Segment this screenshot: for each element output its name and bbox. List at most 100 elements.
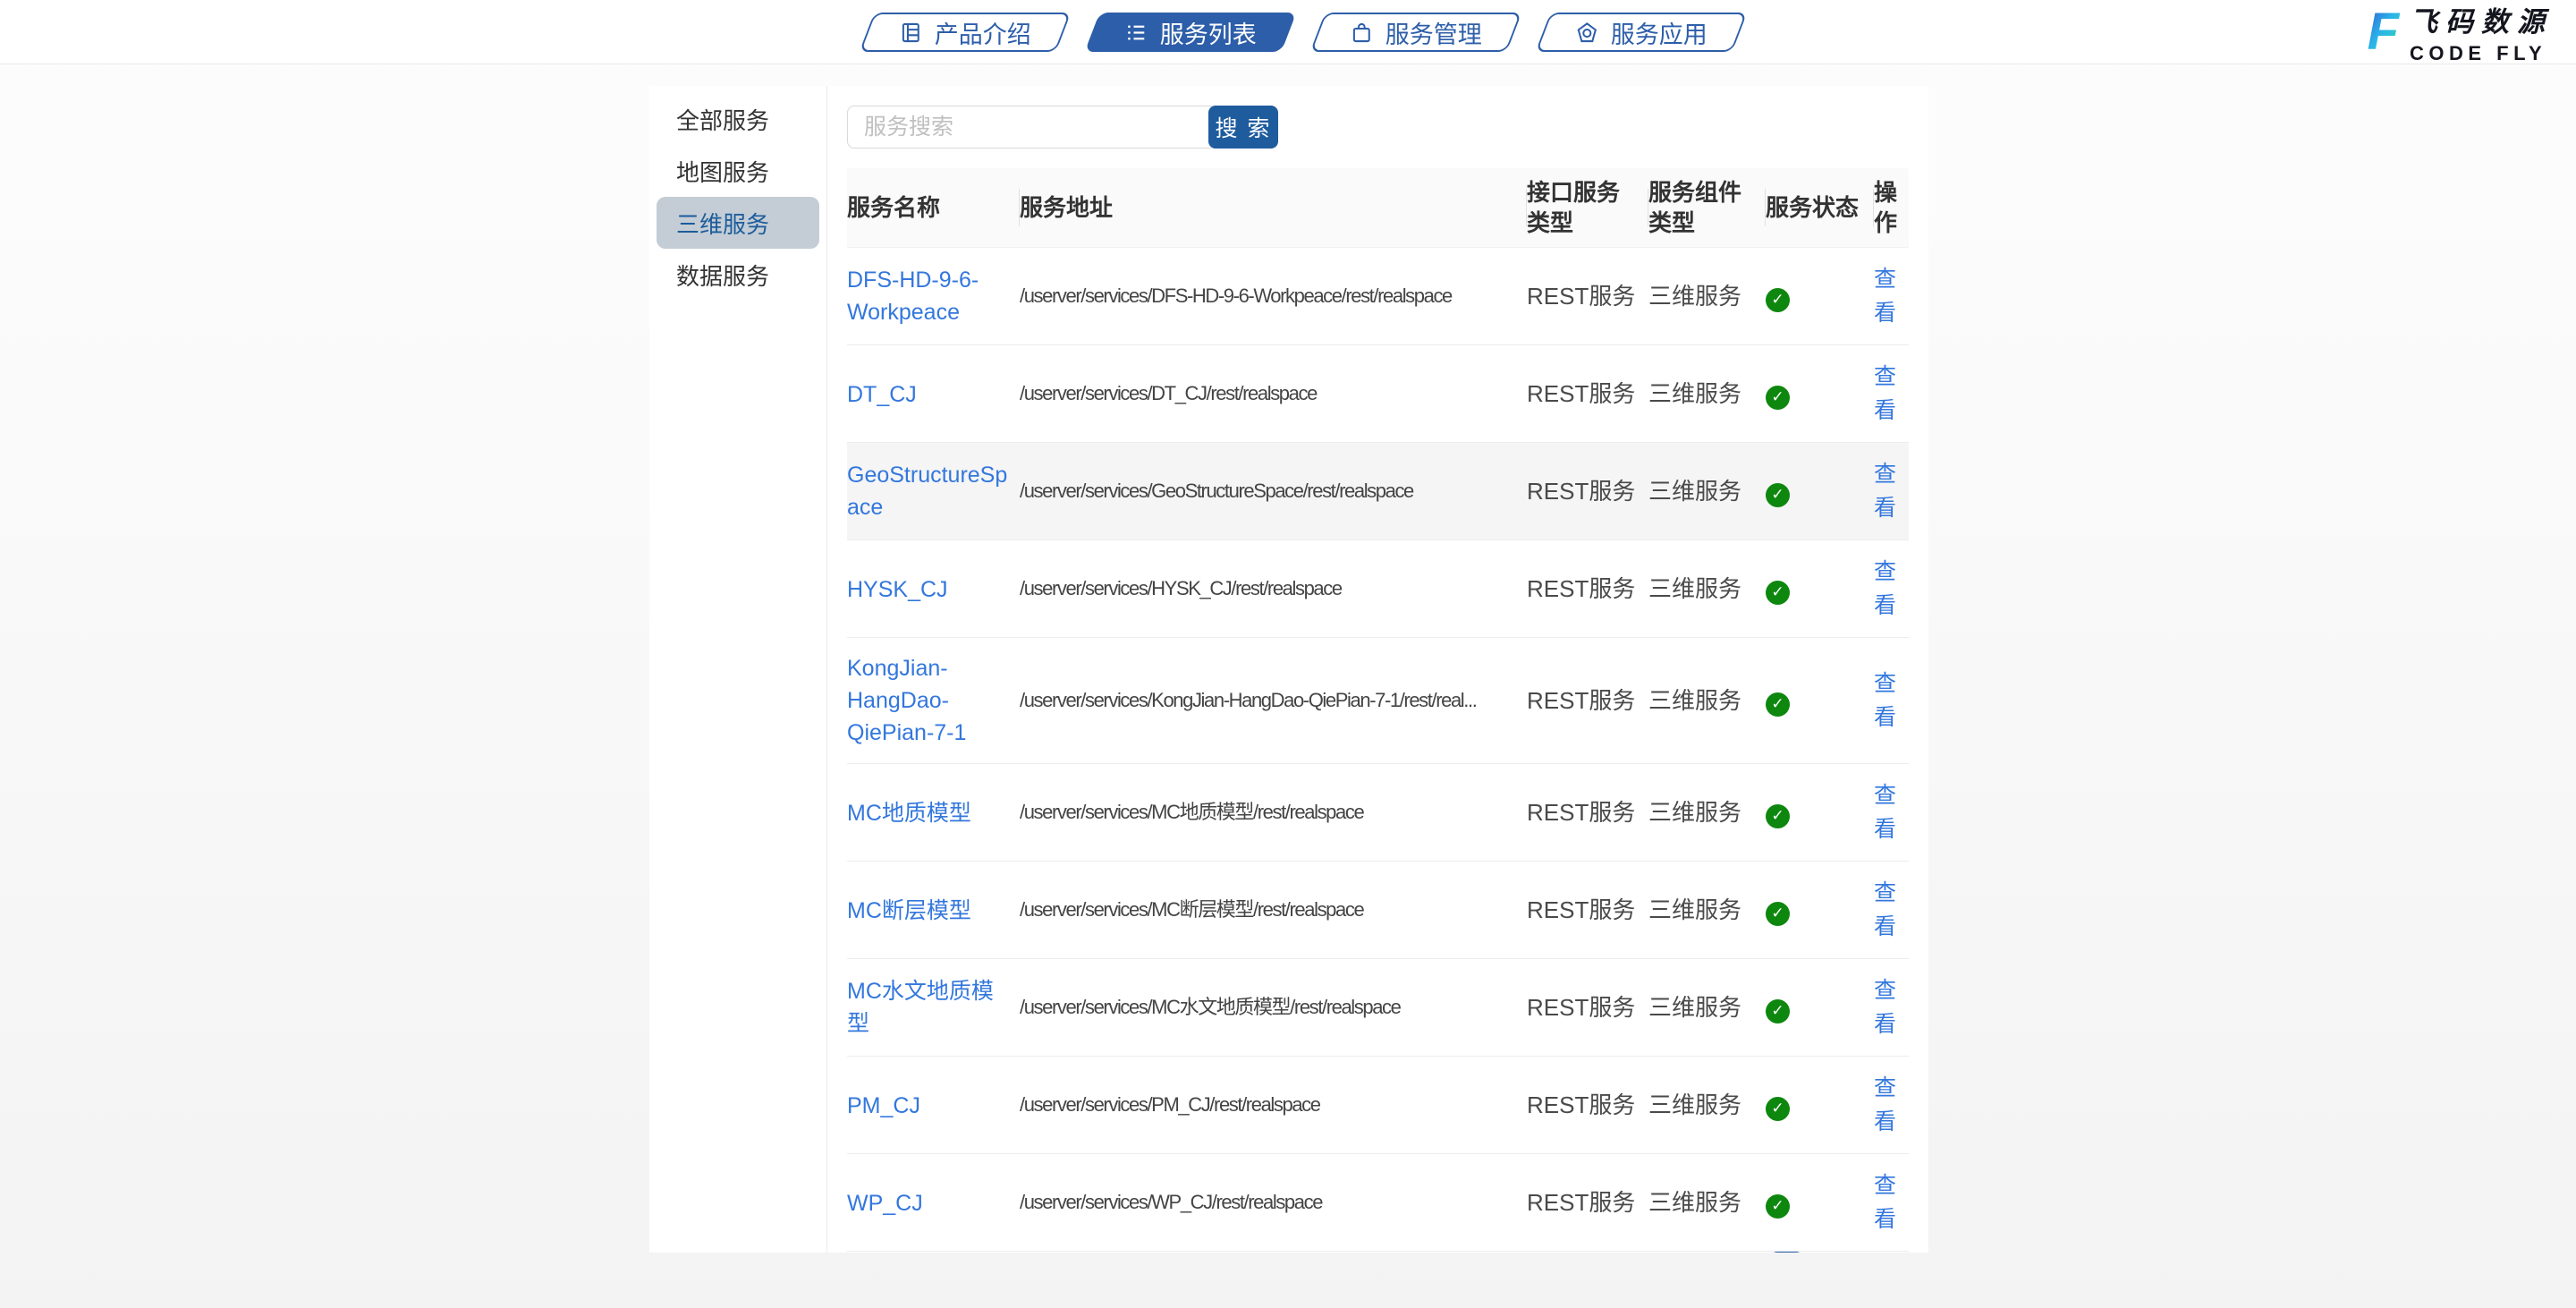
component-type: 三维服务 xyxy=(1648,994,1741,1021)
sidebar-item-3d-services[interactable]: 三维服务 xyxy=(657,197,819,249)
interface-type: REST服务 xyxy=(1527,1091,1635,1118)
service-name-link[interactable]: PM_CJ xyxy=(847,1090,920,1122)
content-panel: 全部服务 地图服务 三维服务 数据服务 搜 索 服务名称 服务地址 接口服务类型… xyxy=(649,86,1928,1253)
col-header-service-name: 服务名称 xyxy=(847,168,1020,248)
interface-type: REST服务 xyxy=(1527,478,1635,505)
component-type: 三维服务 xyxy=(1648,575,1741,602)
status-success-icon: ✓ xyxy=(1766,581,1790,605)
service-address: /userver/services/MC地质模型/rest/realspace xyxy=(1020,796,1518,828)
tab-label: 服务应用 xyxy=(1611,14,1707,49)
component-type: 三维服务 xyxy=(1648,799,1741,826)
interface-type: REST服务 xyxy=(1527,896,1635,923)
service-name-link[interactable]: DFS-HD-9-6-Workpeace xyxy=(847,264,1011,328)
service-manage-icon xyxy=(1350,20,1374,44)
service-address: /userver/services/MC水文地质模型/rest/realspac… xyxy=(1020,991,1518,1023)
service-address: /userver/services/KongJian-HangDao-QiePi… xyxy=(1020,684,1518,717)
service-address: /userver/services/WP_CJ/rest/realspace xyxy=(1020,1186,1518,1219)
status-success-icon: ✓ xyxy=(1766,288,1790,312)
status-success-icon: ✓ xyxy=(1766,483,1790,507)
table-row: DFS-HD-9-6-Workpeace /userver/services/D… xyxy=(847,248,1909,345)
service-name-link[interactable]: DT_CJ xyxy=(847,378,917,411)
logo-name-cn: 飞码数源 xyxy=(2410,0,2553,39)
interface-type: REST服务 xyxy=(1527,1189,1635,1216)
sidebar-item-map-services[interactable]: 地图服务 xyxy=(657,145,819,197)
component-type: 三维服务 xyxy=(1648,478,1741,505)
service-name-link[interactable]: MC断层模型 xyxy=(847,895,971,927)
service-category-sidebar: 全部服务 地图服务 三维服务 数据服务 xyxy=(649,86,827,1253)
service-address: /userver/services/MC断层模型/rest/realspace xyxy=(1020,894,1518,926)
interface-type: REST服务 xyxy=(1527,994,1635,1021)
service-address: /userver/services/DFS-HD-9-6-Workpeace/r… xyxy=(1020,280,1518,312)
status-success-icon: ✓ xyxy=(1766,1194,1790,1219)
service-address: /userver/services/DT_CJ/rest/realspace xyxy=(1020,378,1518,410)
view-link[interactable]: 查看 xyxy=(1874,667,1899,735)
status-success-icon: ✓ xyxy=(1766,804,1790,828)
service-app-icon xyxy=(1575,20,1599,44)
view-link[interactable]: 查看 xyxy=(1874,876,1899,944)
nav-tabs: 产品介绍 服务列表 xyxy=(867,13,1740,52)
view-link[interactable]: 查看 xyxy=(1874,778,1899,846)
brand-logo: F 飞码数源 CODE FLY xyxy=(2368,0,2553,65)
search-input[interactable] xyxy=(847,106,1217,149)
service-address: /userver/services/GeoStructureSpace/rest… xyxy=(1020,475,1518,507)
service-address: /userver/services/HYSK_CJ/rest/realspace xyxy=(1020,573,1518,605)
component-type: 三维服务 xyxy=(1648,380,1741,407)
pagination-page-1[interactable]: 1 xyxy=(1769,1252,1804,1253)
view-link[interactable]: 查看 xyxy=(1874,457,1899,525)
interface-type: REST服务 xyxy=(1527,283,1635,310)
service-list-main: 搜 索 服务名称 服务地址 接口服务类型 服务组件类型 服务状态 操作 DFS xyxy=(827,86,1928,1253)
status-success-icon: ✓ xyxy=(1766,386,1790,410)
sidebar-item-data-services[interactable]: 数据服务 xyxy=(657,249,819,301)
services-table: 服务名称 服务地址 接口服务类型 服务组件类型 服务状态 操作 DFS-HD-9… xyxy=(847,168,1909,1252)
col-header-interface-type: 接口服务类型 xyxy=(1527,168,1648,248)
service-name-link[interactable]: MC水文地质模型 xyxy=(847,975,1011,1040)
sidebar-item-all-services[interactable]: 全部服务 xyxy=(657,93,819,145)
interface-type: REST服务 xyxy=(1527,799,1635,826)
service-name-link[interactable]: HYSK_CJ xyxy=(847,573,948,606)
component-type: 三维服务 xyxy=(1648,283,1741,310)
tab-service-app[interactable]: 服务应用 xyxy=(1536,13,1748,52)
product-intro-icon xyxy=(899,20,923,44)
service-name-link[interactable]: KongJian-HangDao-QiePian-7-1 xyxy=(847,652,1011,749)
col-header-service-address: 服务地址 xyxy=(1020,168,1527,248)
col-header-service-status: 服务状态 xyxy=(1766,168,1874,248)
search-bar: 搜 索 xyxy=(847,106,1909,149)
status-success-icon: ✓ xyxy=(1766,902,1790,926)
component-type: 三维服务 xyxy=(1648,1091,1741,1118)
col-header-action: 操作 xyxy=(1874,168,1909,248)
table-row: KongJian-HangDao-QiePian-7-1 /userver/se… xyxy=(847,638,1909,764)
table-row: MC水文地质模型 /userver/services/MC水文地质模型/rest… xyxy=(847,959,1909,1057)
pagination: ‹ 1 2 › xyxy=(847,1252,1909,1253)
view-link[interactable]: 查看 xyxy=(1874,1168,1899,1236)
logo-name-en: CODE FLY xyxy=(2410,42,2553,65)
interface-type: REST服务 xyxy=(1527,380,1635,407)
interface-type: REST服务 xyxy=(1527,575,1635,602)
view-link[interactable]: 查看 xyxy=(1874,973,1899,1041)
view-link[interactable]: 查看 xyxy=(1874,555,1899,623)
status-success-icon: ✓ xyxy=(1766,999,1790,1023)
tab-label: 服务列表 xyxy=(1160,14,1257,49)
logo-f-mark-icon: F xyxy=(2368,6,2401,58)
view-link[interactable]: 查看 xyxy=(1874,262,1899,330)
tab-service-list[interactable]: 服务列表 xyxy=(1085,13,1297,52)
service-name-link[interactable]: WP_CJ xyxy=(847,1187,923,1219)
table-row: MC断层模型 /userver/services/MC断层模型/rest/rea… xyxy=(847,862,1909,959)
table-row: MC地质模型 /userver/services/MC地质模型/rest/rea… xyxy=(847,764,1909,862)
status-success-icon: ✓ xyxy=(1766,692,1790,717)
tab-label: 服务管理 xyxy=(1385,14,1482,49)
view-link[interactable]: 查看 xyxy=(1874,1071,1899,1139)
status-success-icon: ✓ xyxy=(1766,1097,1790,1121)
table-row: WP_CJ /userver/services/WP_CJ/rest/reals… xyxy=(847,1154,1909,1252)
service-name-link[interactable]: MC地质模型 xyxy=(847,797,971,829)
component-type: 三维服务 xyxy=(1648,687,1741,714)
tab-product-intro[interactable]: 产品介绍 xyxy=(860,13,1072,52)
col-header-component-type: 服务组件类型 xyxy=(1648,168,1766,248)
search-button[interactable]: 搜 索 xyxy=(1208,106,1278,149)
service-name-link[interactable]: GeoStructureSpace xyxy=(847,459,1011,523)
view-link[interactable]: 查看 xyxy=(1874,360,1899,428)
component-type: 三维服务 xyxy=(1648,896,1741,923)
tab-service-manage[interactable]: 服务管理 xyxy=(1310,13,1522,52)
interface-type: REST服务 xyxy=(1527,687,1635,714)
component-type: 三维服务 xyxy=(1648,1189,1741,1216)
service-address: /userver/services/PM_CJ/rest/realspace xyxy=(1020,1089,1518,1121)
